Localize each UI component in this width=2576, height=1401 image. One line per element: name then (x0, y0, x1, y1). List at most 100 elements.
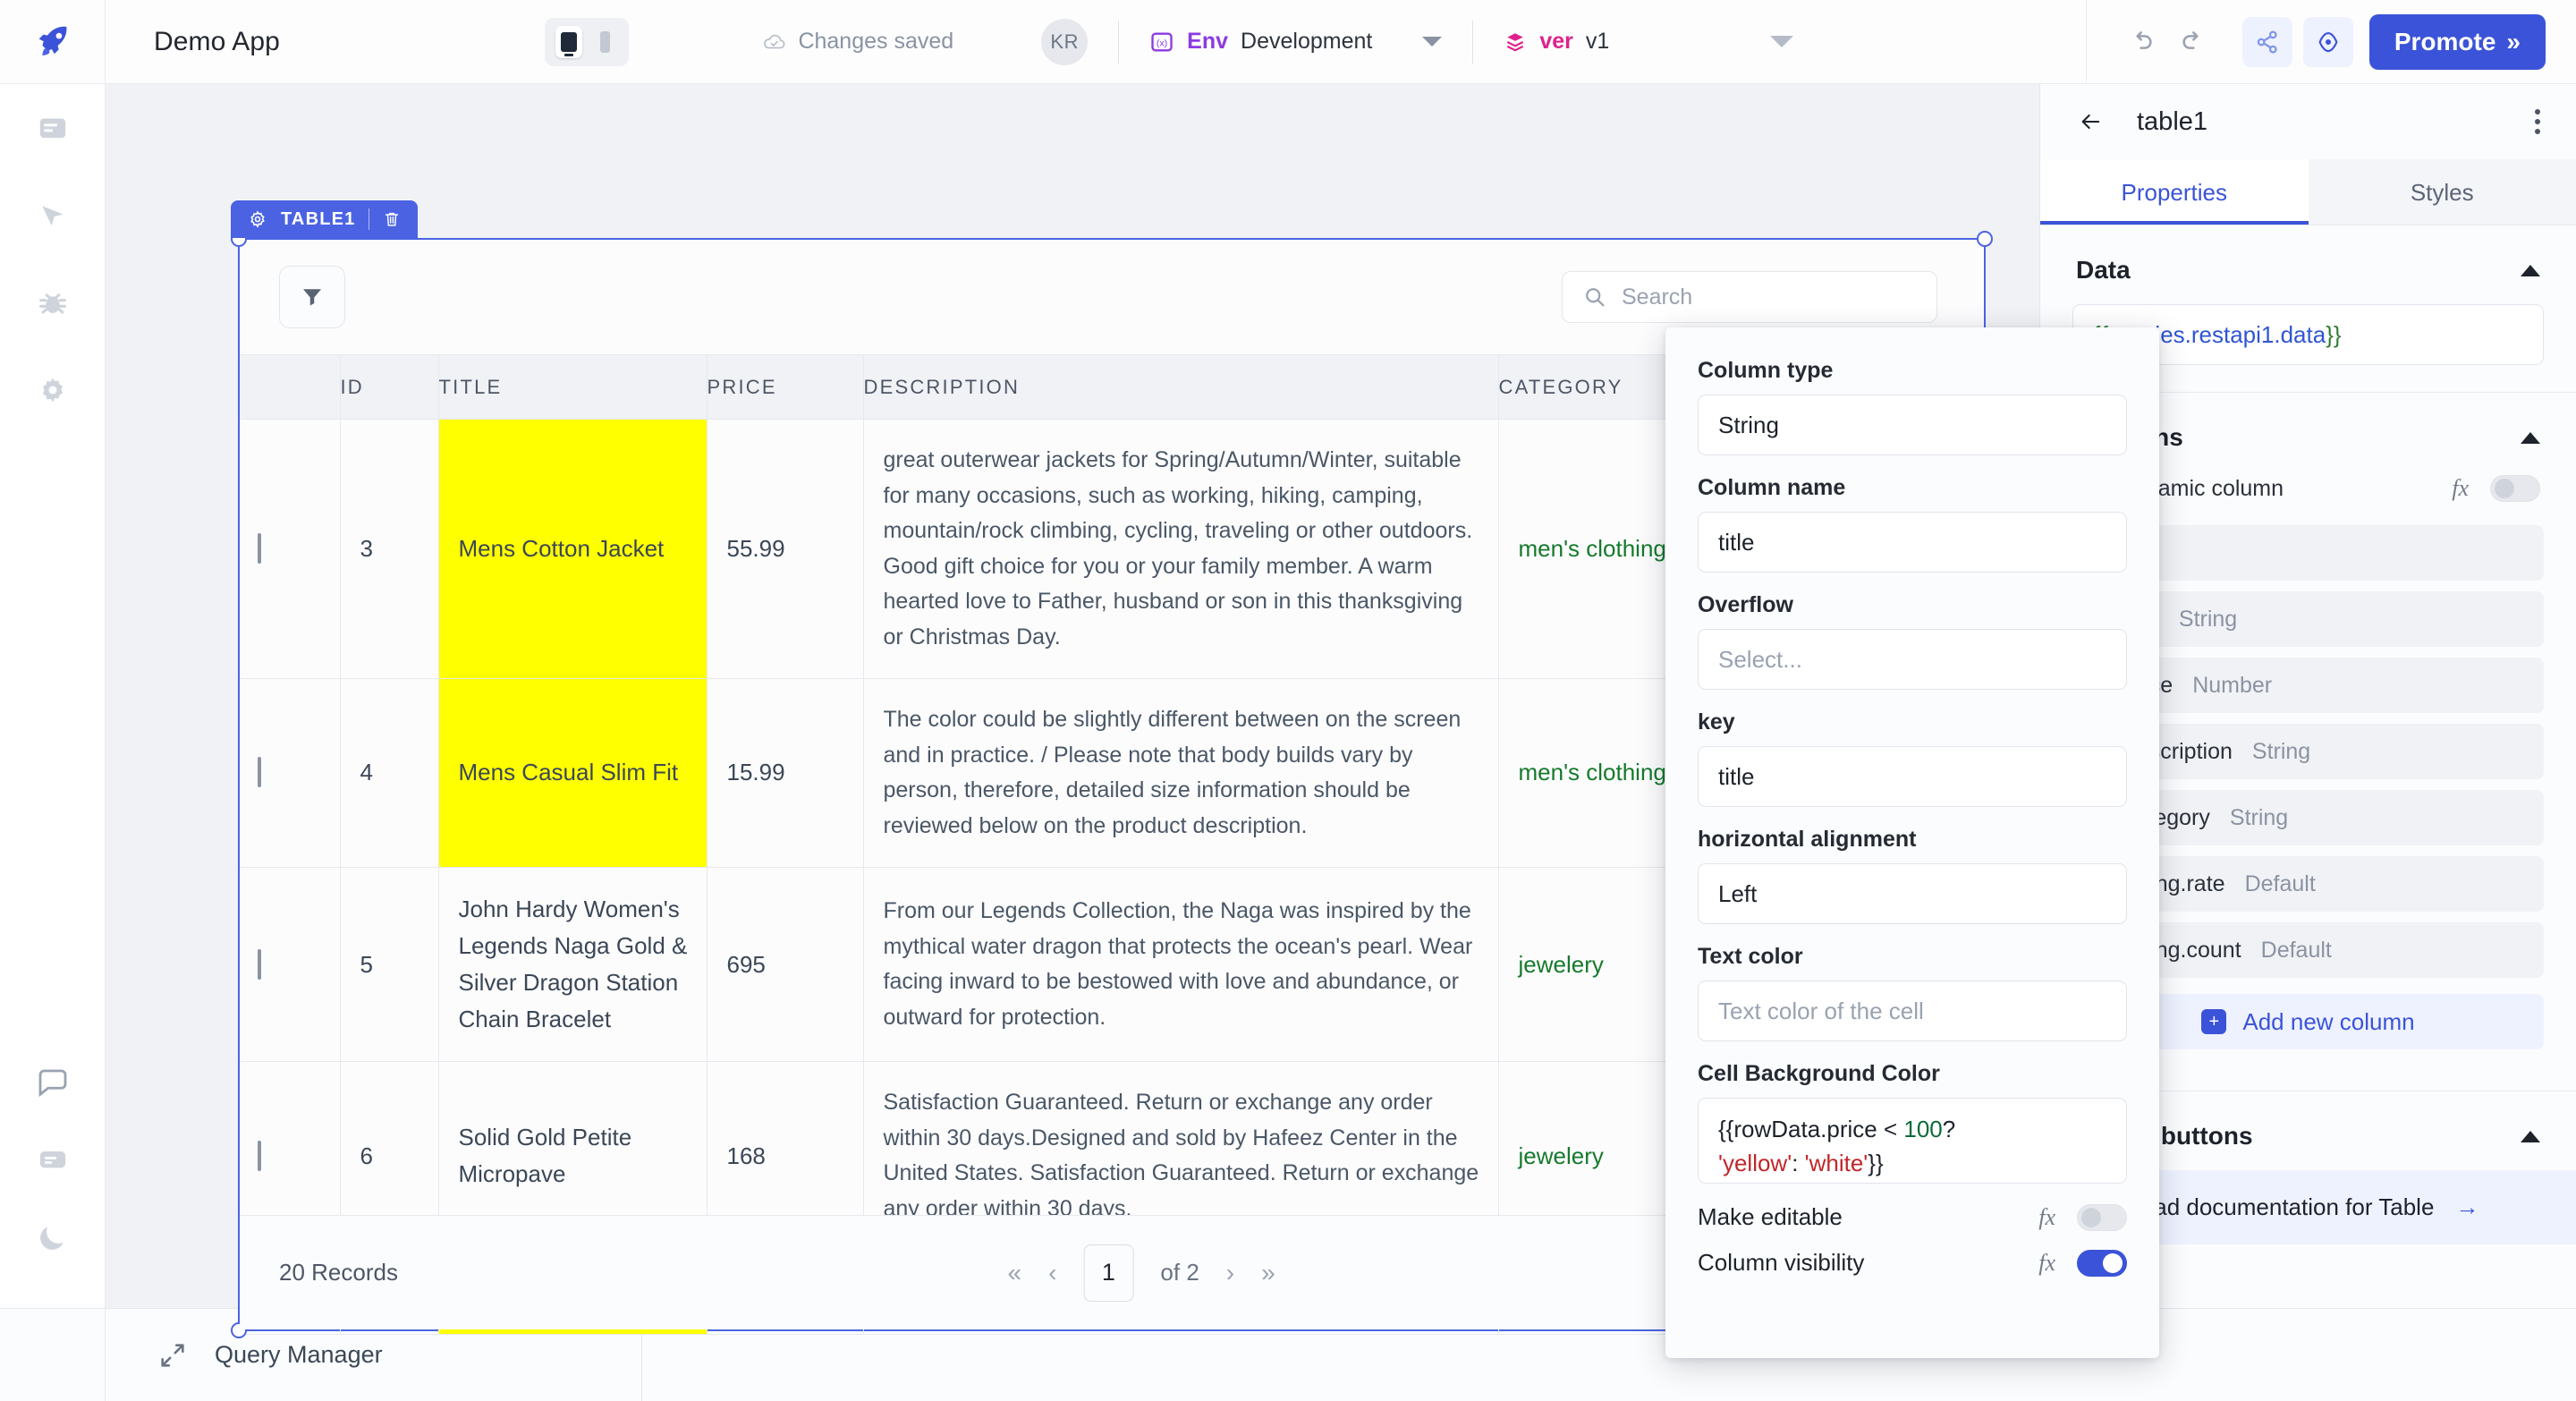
column-type: Default (2260, 937, 2332, 963)
toggle-knob (2103, 1252, 2123, 1273)
read-documentation-arrow: → (2455, 1193, 2479, 1220)
row-select-cell[interactable] (240, 867, 341, 1063)
column-name-input[interactable]: title (1698, 512, 2127, 573)
filter-icon (303, 289, 321, 306)
data-section-header[interactable]: Data (2040, 225, 2576, 304)
cell-title: John Hardy Women's Legends Naga Gold & S… (438, 867, 708, 1063)
pagination-page-input[interactable]: 1 (1083, 1244, 1134, 1302)
cell-bg-code-number: 100 (1903, 1116, 1943, 1143)
chevron-up-icon[interactable] (2521, 1130, 2540, 1142)
column-visibility-label: Column visibility (1698, 1249, 1865, 1276)
row-checkbox[interactable] (258, 1140, 261, 1171)
redo-button[interactable] (2167, 17, 2217, 67)
chat-support-icon (39, 1151, 65, 1168)
filter-button[interactable] (279, 266, 345, 328)
search-placeholder: Search (1622, 284, 1693, 310)
read-documentation-label: Read documentation for Table (2124, 1193, 2435, 1220)
preview-button[interactable] (2302, 17, 2353, 67)
sidebar-item-components[interactable] (32, 196, 73, 237)
text-color-placeholder: Text color of the cell (1718, 997, 1924, 1024)
query-manager-label: Query Manager (215, 1341, 383, 1368)
avatar[interactable]: KR (1041, 18, 1089, 65)
make-editable-toggle[interactable] (2077, 1203, 2127, 1231)
toggle-knob (2081, 1207, 2101, 1227)
cell-category: men's clothing (1518, 759, 1666, 786)
version-label: ver (1539, 29, 1573, 54)
env-selector[interactable]: (x) Env Development (1149, 29, 1372, 55)
resize-handle-top-right[interactable] (1977, 231, 1993, 247)
alignment-select[interactable]: Left (1698, 863, 2127, 924)
row-checkbox[interactable] (258, 532, 261, 564)
comments-icon (38, 1069, 66, 1098)
pagination-first-button[interactable]: « (1008, 1259, 1022, 1287)
column-visibility-row: Column visibility fx (1698, 1249, 2127, 1277)
sidebar-item-dark-mode[interactable] (32, 1217, 73, 1258)
table-header-description[interactable]: DESCRIPTION (863, 354, 1499, 420)
env-value: Development (1241, 29, 1373, 54)
cell-background-code-input[interactable]: {{rowData.price < 100? 'yellow': 'white'… (1698, 1098, 2127, 1184)
tab-properties[interactable]: Properties (2040, 159, 2309, 225)
column-type-select[interactable]: String (1698, 395, 2127, 455)
version-chevron-down-icon[interactable] (1770, 36, 1794, 47)
version-selector[interactable]: ver v1 (1504, 29, 1609, 55)
topbar-center-group: Changes saved KR (x) Env Development ver… (280, 0, 2086, 83)
cell-category: men's clothing (1518, 534, 1666, 562)
use-dynamic-column-toggle[interactable] (2490, 475, 2540, 502)
pages-icon (39, 118, 65, 139)
env-chevron-down-icon[interactable] (1422, 37, 1443, 47)
cell-description: great outerwear jackets for Spring/Autum… (883, 447, 1473, 650)
row-select-cell[interactable] (240, 419, 341, 679)
table-header-price[interactable]: PRICE (707, 354, 864, 420)
chevron-up-icon[interactable] (2521, 431, 2540, 444)
column-visibility-fx-button[interactable]: fx (2038, 1250, 2055, 1277)
row-checkbox[interactable] (258, 757, 261, 788)
overflow-select[interactable]: Select... (1698, 629, 2127, 690)
back-arrow-icon[interactable] (2076, 109, 2106, 134)
text-color-input[interactable]: Text color of the cell (1698, 981, 2127, 1041)
sidebar-item-chat-support[interactable] (32, 1140, 73, 1181)
sidebar-item-settings[interactable] (32, 369, 73, 411)
chevron-up-icon[interactable] (2521, 264, 2540, 276)
pagination-prev-button[interactable]: ‹ (1048, 1259, 1056, 1287)
overflow-label: Overflow (1698, 592, 1793, 617)
trash-icon[interactable] (382, 208, 402, 230)
data-source-close: }} (2326, 320, 2342, 348)
cell-description: The color could be slightly different be… (883, 707, 1462, 838)
key-label: key (1698, 709, 1735, 734)
table-header-title[interactable]: TITLE (438, 354, 708, 420)
svg-text:(x): (x) (1157, 38, 1167, 48)
device-preview-toggle[interactable] (545, 17, 630, 66)
components-cursor-icon (41, 206, 64, 226)
pagination-last-button[interactable]: » (1261, 1259, 1275, 1287)
text-color-label: Text color (1698, 944, 1803, 969)
tab-styles[interactable]: Styles (2308, 159, 2576, 225)
sidebar-item-pages[interactable] (32, 109, 73, 150)
sidebar-item-comments[interactable] (32, 1063, 73, 1104)
key-value: title (1718, 762, 1755, 790)
desktop-preview-button[interactable] (555, 25, 583, 58)
gear-icon[interactable] (247, 208, 268, 230)
search-input[interactable]: Search (1562, 271, 1937, 323)
mobile-preview-button[interactable] (591, 26, 618, 58)
dynamic-column-fx-button[interactable]: fx (2452, 475, 2469, 502)
cell-background-label: Cell Background Color (1698, 1061, 1940, 1086)
share-button[interactable] (2241, 17, 2292, 67)
kebab-menu-icon[interactable] (2535, 109, 2540, 134)
divider (1118, 20, 1120, 64)
table-header-id[interactable]: ID (340, 354, 439, 420)
cell-bg-code-white: 'white' (1804, 1150, 1868, 1176)
promote-button[interactable]: Promote » (2368, 14, 2546, 70)
debugger-bug-icon (38, 293, 66, 314)
key-input[interactable]: title (1698, 746, 2127, 807)
pagination-next-button[interactable]: › (1226, 1259, 1234, 1287)
undo-button[interactable] (2117, 17, 2167, 67)
row-checkbox[interactable] (258, 948, 261, 980)
column-visibility-toggle[interactable] (2077, 1249, 2127, 1277)
undo-icon (2136, 31, 2152, 49)
avatar-initials: KR (1050, 30, 1079, 53)
make-editable-fx-button[interactable]: fx (2038, 1204, 2055, 1231)
app-logo[interactable] (0, 0, 106, 84)
widget-selection-label: TABLE1 (281, 208, 356, 229)
sidebar-item-debugger[interactable] (32, 283, 73, 324)
row-select-cell[interactable] (240, 678, 341, 868)
